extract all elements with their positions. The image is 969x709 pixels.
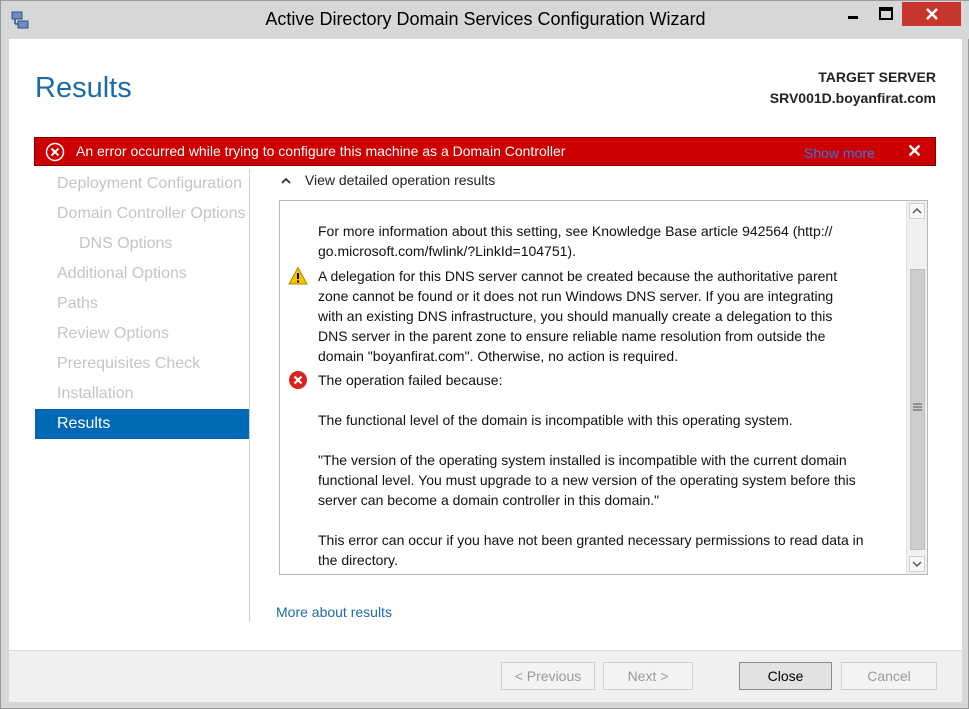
chevron-down-icon xyxy=(912,561,922,568)
window-close-button[interactable] xyxy=(902,2,961,26)
show-more-link[interactable]: Show more xyxy=(804,145,875,161)
scroll-thumb[interactable] xyxy=(910,269,925,550)
error-icon xyxy=(289,371,307,389)
scroll-down-button[interactable] xyxy=(909,556,925,572)
minimize-icon xyxy=(848,16,858,19)
result-message: This error can occur if you have not bee… xyxy=(318,532,864,568)
title-bar: Active Directory Domain Services Configu… xyxy=(1,1,969,39)
close-icon xyxy=(925,8,938,20)
toggle-label: View detailed operation results xyxy=(304,172,496,188)
error-notification-bar: An error occurred while trying to config… xyxy=(34,137,936,166)
grip-icon xyxy=(913,403,922,411)
nav-item-results[interactable]: Results xyxy=(35,409,249,439)
minimize-button[interactable] xyxy=(837,2,869,26)
error-message: An error occurred while trying to config… xyxy=(76,143,566,159)
nav-item-paths[interactable]: Paths xyxy=(35,289,249,319)
maximize-icon xyxy=(879,7,893,20)
cancel-button[interactable]: Cancel xyxy=(841,662,937,690)
vertical-scrollbar[interactable] xyxy=(906,201,927,574)
next-button[interactable]: Next > xyxy=(603,662,693,690)
chevron-up-icon xyxy=(912,207,922,214)
wizard-content: Results TARGET SERVER SRV001D.boyanfirat… xyxy=(9,39,962,702)
previous-button[interactable]: < Previous xyxy=(501,662,595,690)
nav-item-domain-controller-options[interactable]: Domain Controller Options xyxy=(35,199,249,229)
chevron-up-icon xyxy=(281,177,291,184)
error-bar-close-button[interactable]: ✕ xyxy=(907,141,922,162)
result-message: For more information about this setting,… xyxy=(318,223,833,259)
maximize-button[interactable] xyxy=(870,2,902,26)
close-button[interactable]: Close xyxy=(739,662,832,690)
result-message: "The version of the operating system ins… xyxy=(318,452,856,508)
error-circle-icon xyxy=(45,142,65,162)
scroll-up-button[interactable] xyxy=(909,203,925,219)
target-server-name: SRV001D.boyanfirat.com xyxy=(769,90,936,106)
result-message: The functional level of the domain is in… xyxy=(318,412,793,428)
wizard-window: Active Directory Domain Services Configu… xyxy=(0,0,969,709)
close-icon: ✕ xyxy=(907,141,923,161)
nav-divider xyxy=(249,169,250,622)
nav-item-prerequisites-check[interactable]: Prerequisites Check xyxy=(35,349,249,379)
page-title: Results xyxy=(35,72,132,104)
nav-item-deployment-configuration[interactable]: Deployment Configuration xyxy=(35,169,249,199)
target-server-label: TARGET SERVER xyxy=(818,69,936,85)
nav-item-dns-options[interactable]: DNS Options xyxy=(35,229,249,259)
result-message: The operation failed because: xyxy=(318,372,503,388)
window-title: Active Directory Domain Services Configu… xyxy=(265,9,706,29)
more-about-results-link[interactable]: More about results xyxy=(276,604,392,620)
nav-item-review-options[interactable]: Review Options xyxy=(35,319,249,349)
view-detailed-results-toggle[interactable]: View detailed operation results xyxy=(281,172,495,188)
detailed-results-pane[interactable]: For more information about this setting,… xyxy=(279,200,928,575)
nav-item-installation[interactable]: Installation xyxy=(35,379,249,409)
nav-item-additional-options[interactable]: Additional Options xyxy=(35,259,249,289)
result-message: A delegation for this DNS server cannot … xyxy=(318,268,838,364)
wizard-footer: < Previous Next > Close Cancel xyxy=(9,650,962,702)
warning-icon xyxy=(288,266,308,285)
